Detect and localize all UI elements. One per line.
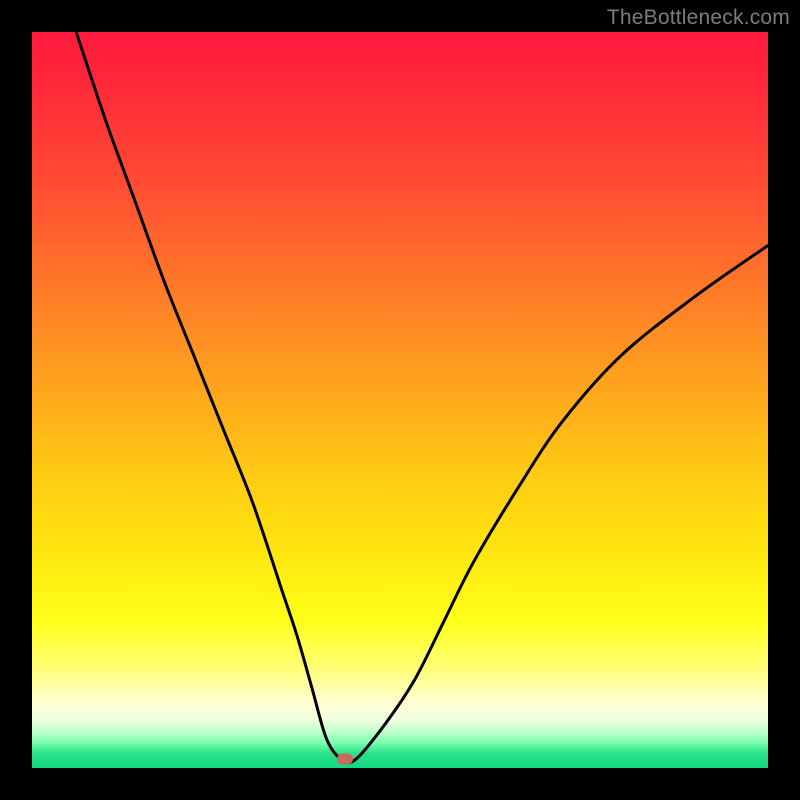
optimum-marker xyxy=(337,754,353,765)
watermark-text: TheBottleneck.com xyxy=(607,6,790,30)
plot-area xyxy=(32,32,768,768)
curve-path xyxy=(76,32,768,763)
chart-frame: TheBottleneck.com xyxy=(0,0,800,800)
bottleneck-curve xyxy=(32,32,768,768)
